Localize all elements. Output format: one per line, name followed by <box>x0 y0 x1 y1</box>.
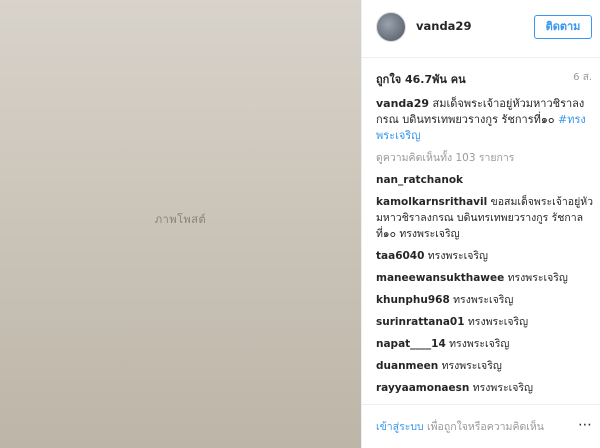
likes-row: ถูกใจ 46.7พัน คน 6 ส. <box>376 70 594 88</box>
comment-username[interactable]: khunphu968 <box>376 294 450 306</box>
caption-username[interactable]: vanda29 <box>376 97 429 110</box>
post-photo[interactable]: ภาพโพสต์ <box>0 0 362 448</box>
comment-item: napat____14 ทรงพระเจริญ <box>376 336 594 352</box>
comment-item: maneewansukthawee ทรงพระเจริญ <box>376 270 594 286</box>
login-link[interactable]: เข้าสู่ระบบ <box>376 421 424 433</box>
comment-username[interactable]: taa6040 <box>376 250 424 262</box>
comment-item: rayyaamonaesn ทรงพระเจริญ <box>376 380 594 396</box>
footer-text: เข้าสู่ระบบ เพื่อถูกใจหรือความคิดเห็น <box>376 418 544 435</box>
comment-username[interactable]: duanmeen <box>376 360 438 372</box>
comment-text: ทรงพระเจริญ <box>441 360 502 372</box>
more-options-icon[interactable]: ⋯ <box>578 417 592 433</box>
comment-container: nan_ratchanok kamolkarnsrithavil ขอสมเด็… <box>376 172 594 402</box>
comment-username[interactable]: rayyaamonaesn <box>376 382 469 394</box>
comment-text: ทรงพระเจริญ <box>472 382 533 394</box>
post-footer: เข้าสู่ระบบ เพื่อถูกใจหรือความคิดเห็น ⋯ <box>362 404 600 448</box>
comment-username[interactable]: surinrattana01 <box>376 316 465 328</box>
comment-item: duanmeen ทรงพระเจริญ <box>376 358 594 374</box>
post-side-panel: vanda29 ติดตาม ถูกใจ 46.7พัน คน 6 ส. van… <box>362 0 600 448</box>
likes-count[interactable]: ถูกใจ 46.7พัน คน <box>376 70 466 88</box>
post-age: 6 ส. <box>573 72 592 83</box>
post-caption: vanda29 สมเด็จพระเจ้าอยู่หัวมหาวชิราลงกร… <box>376 96 594 144</box>
comment-text: ทรงพระเจริญ <box>427 250 488 262</box>
comment-text: ทรงพระเจริญ <box>507 272 568 284</box>
post-username[interactable]: vanda29 <box>416 19 471 33</box>
avatar-icon[interactable] <box>376 12 406 42</box>
comment-item: khunphu968 ทรงพระเจริญ <box>376 292 594 308</box>
post-header: vanda29 ติดตาม <box>362 0 600 58</box>
post-photo-alt: ภาพโพสต์ <box>154 213 207 226</box>
comment-item: surinrattana01 ทรงพระเจริญ <box>376 314 594 330</box>
comment-username[interactable]: kamolkarnsrithavil <box>376 196 487 208</box>
comment-item: kamolkarnsrithavil ขอสมเด็จพระเจ้าอยู่หั… <box>376 194 594 242</box>
comment-item: taa6040 ทรงพระเจริญ <box>376 248 594 264</box>
comment-text: ทรงพระเจริญ <box>453 294 514 306</box>
follow-button[interactable]: ติดตาม <box>534 15 592 39</box>
comment-username[interactable]: maneewansukthawee <box>376 272 504 284</box>
footer-rest-text: เพื่อถูกใจหรือความคิดเห็น <box>427 421 544 433</box>
comment-text: ทรงพระเจริญ <box>449 338 510 350</box>
comment-text: ทรงพระเจริญ <box>467 316 529 328</box>
comments-list[interactable]: vanda29 สมเด็จพระเจ้าอยู่หัวมหาวชิราลงกร… <box>376 96 594 402</box>
view-all-comments-link[interactable]: ดูความคิดเห็นทั้ง 103 รายการ <box>376 150 594 166</box>
instagram-post-view: ภาพโพสต์ vanda29 ติดตาม ถูกใจ 46.7พัน คน… <box>0 0 600 448</box>
comment-username[interactable]: napat____14 <box>376 338 446 350</box>
comment-username[interactable]: nan_ratchanok <box>376 174 463 186</box>
comment-item: nan_ratchanok <box>376 172 594 188</box>
